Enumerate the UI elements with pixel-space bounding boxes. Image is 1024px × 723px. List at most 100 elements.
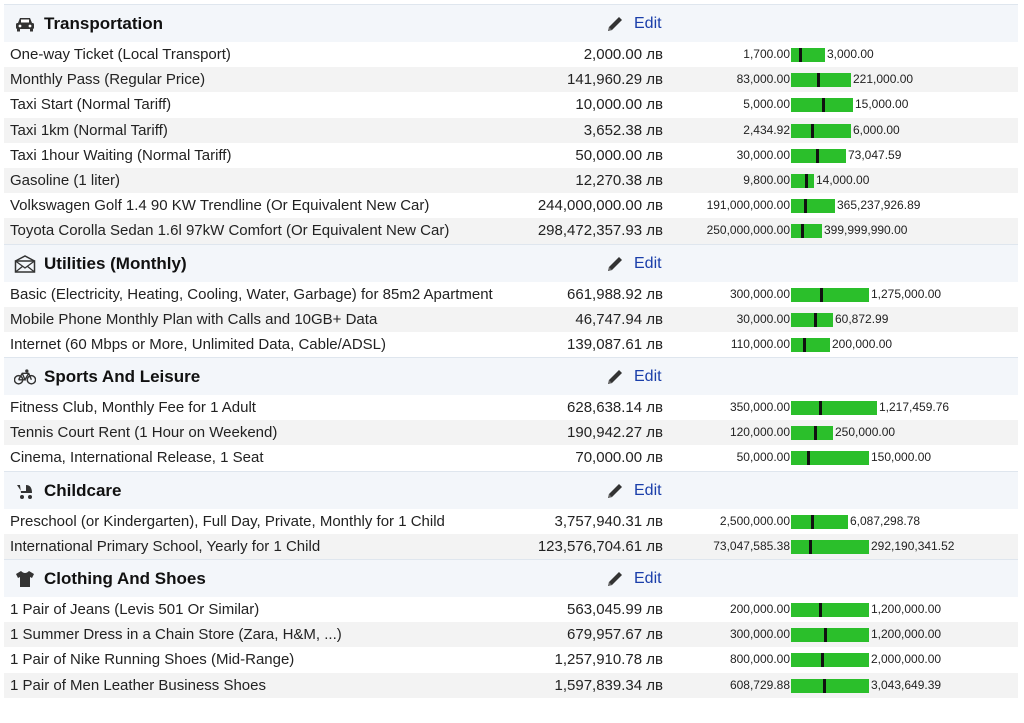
table-row: Basic (Electricity, Heating, Cooling, Wa… [4, 282, 1018, 307]
range-max: 2,000,000.00 [871, 652, 942, 667]
edit-label: Edit [634, 481, 662, 499]
range-max: 365,237,926.89 [837, 198, 921, 213]
item-price: 10,000.00 лв [575, 96, 663, 114]
item-name: Gasoline (1 liter) [10, 171, 121, 189]
edit-link[interactable]: Edit [606, 5, 662, 43]
range-marker [820, 287, 823, 302]
range-max: 150,000.00 [871, 450, 932, 465]
item-price: 628,638.14 лв [567, 399, 663, 417]
stroller-icon [14, 481, 36, 501]
range-bar [791, 312, 833, 327]
price-range: 5,000.00 15,000.00 [694, 92, 1014, 117]
table-row: International Primary School, Yearly for… [4, 533, 1018, 559]
item-price: 12,270.38 лв [575, 171, 663, 189]
item-price: 50,000.00 лв [575, 146, 663, 164]
cost-of-living-table: Transportation Edit One-way Ticket (Loca… [4, 4, 1018, 698]
range-max: 14,000.00 [816, 172, 870, 187]
item-name: Volkswagen Golf 1.4 90 KW Trendline (Or … [10, 197, 430, 215]
section-header: Clothing And Shoes Edit [4, 559, 1018, 597]
price-range: 300,000.00 1,200,000.00 [694, 622, 1014, 647]
price-range: 200,000.00 1,200,000.00 [694, 597, 1014, 622]
item-name: Cinema, International Release, 1 Seat [10, 449, 264, 467]
item-name: Taxi 1km (Normal Tariff) [10, 121, 168, 139]
item-name: One-way Ticket (Local Transport) [10, 46, 231, 63]
range-min: 30,000.00 [736, 311, 790, 326]
section-title: Childcare [14, 472, 121, 510]
edit-label: Edit [634, 15, 662, 32]
item-price: 70,000.00 лв [575, 449, 663, 467]
section-title-text: Sports And Leisure [44, 367, 201, 387]
range-marker [824, 628, 827, 643]
range-bar [791, 514, 848, 529]
range-max: 399,999,990.00 [824, 223, 908, 238]
range-min: 120,000.00 [729, 425, 790, 440]
range-bar [791, 48, 825, 62]
item-name: Mobile Phone Monthly Plan with Calls and… [10, 310, 378, 328]
item-price: 2,000.00 лв [583, 46, 663, 63]
item-price: 298,472,357.93 лв [537, 222, 663, 240]
range-marker [811, 123, 814, 138]
range-marker [803, 337, 806, 352]
range-max: 6,087,298.78 [850, 513, 921, 528]
range-bar [791, 678, 869, 693]
table-row: Preschool (or Kindergarten), Full Day, P… [4, 509, 1018, 534]
range-bar [791, 401, 877, 416]
item-name: Taxi 1hour Waiting (Normal Tariff) [10, 146, 232, 164]
range-min: 2,434.92 [743, 122, 790, 137]
price-range: 83,000.00 221,000.00 [694, 67, 1014, 92]
range-min: 83,000.00 [736, 72, 790, 87]
range-max: 6,000.00 [853, 122, 900, 137]
edit-link[interactable]: Edit [606, 245, 662, 283]
table-row: 1 Summer Dress in a Chain Store (Zara, H… [4, 622, 1018, 648]
table-row: Toyota Corolla Sedan 1.6l 97kW Comfort (… [4, 218, 1018, 244]
table-row: Taxi Start (Normal Tariff) 10,000.00 лв … [4, 92, 1018, 117]
table-row: Mobile Phone Monthly Plan with Calls and… [4, 306, 1018, 332]
pencil-icon [606, 482, 634, 500]
edit-link[interactable]: Edit [606, 560, 662, 598]
range-bar [791, 287, 869, 302]
item-price: 123,576,704.61 лв [537, 537, 663, 555]
section-title: Transportation [14, 5, 163, 43]
range-marker [809, 539, 812, 554]
range-max: 1,200,000.00 [871, 602, 942, 616]
price-range: 30,000.00 73,047.59 [694, 143, 1014, 168]
range-marker [814, 426, 817, 441]
section-title: Sports And Leisure [14, 358, 200, 396]
edit-label: Edit [634, 254, 662, 272]
range-min: 110,000.00 [730, 336, 790, 351]
range-min: 73,047,585.38 [713, 538, 790, 553]
table-row: One-way Ticket (Local Transport) 2,000.0… [4, 42, 1018, 67]
edit-link[interactable]: Edit [606, 358, 662, 396]
range-min: 191,000,000.00 [706, 198, 790, 213]
section-title: Utilities (Monthly) [14, 245, 187, 283]
range-marker [811, 514, 814, 529]
item-price: 1,597,839.34 лв [554, 676, 663, 694]
item-name: 1 Summer Dress in a Chain Store (Zara, H… [10, 626, 342, 644]
section-title-text: Clothing And Shoes [44, 569, 206, 588]
range-marker [807, 451, 810, 466]
range-bar [791, 173, 814, 188]
item-name: 1 Pair of Men Leather Business Shoes [10, 676, 266, 694]
range-bar [791, 148, 846, 163]
range-marker [817, 73, 820, 88]
section-title: Clothing And Shoes [14, 560, 206, 598]
item-price: 46,747.94 лв [575, 310, 663, 328]
price-range: 608,729.88 3,043,649.39 [694, 673, 1014, 698]
shirt-icon [14, 569, 36, 589]
price-range: 1,700.00 3,000.00 [694, 42, 1014, 67]
range-max: 3,043,649.39 [871, 677, 942, 692]
item-price: 139,087.61 лв [567, 335, 663, 353]
pencil-icon [606, 368, 634, 386]
range-bar [791, 337, 830, 352]
range-bar [791, 539, 869, 554]
item-price: 1,257,910.78 лв [554, 651, 663, 669]
item-price: 190,942.27 лв [567, 424, 663, 442]
price-range: 9,800.00 14,000.00 [694, 168, 1014, 193]
range-bar [791, 98, 853, 113]
table-row: Taxi 1km (Normal Tariff) 3,652.38 лв 2,4… [4, 117, 1018, 143]
section-title-text: Childcare [44, 480, 122, 500]
item-name: Toyota Corolla Sedan 1.6l 97kW Comfort (… [10, 222, 450, 240]
edit-link[interactable]: Edit [606, 472, 662, 510]
range-marker [805, 173, 808, 188]
range-min: 200,000.00 [729, 602, 790, 616]
